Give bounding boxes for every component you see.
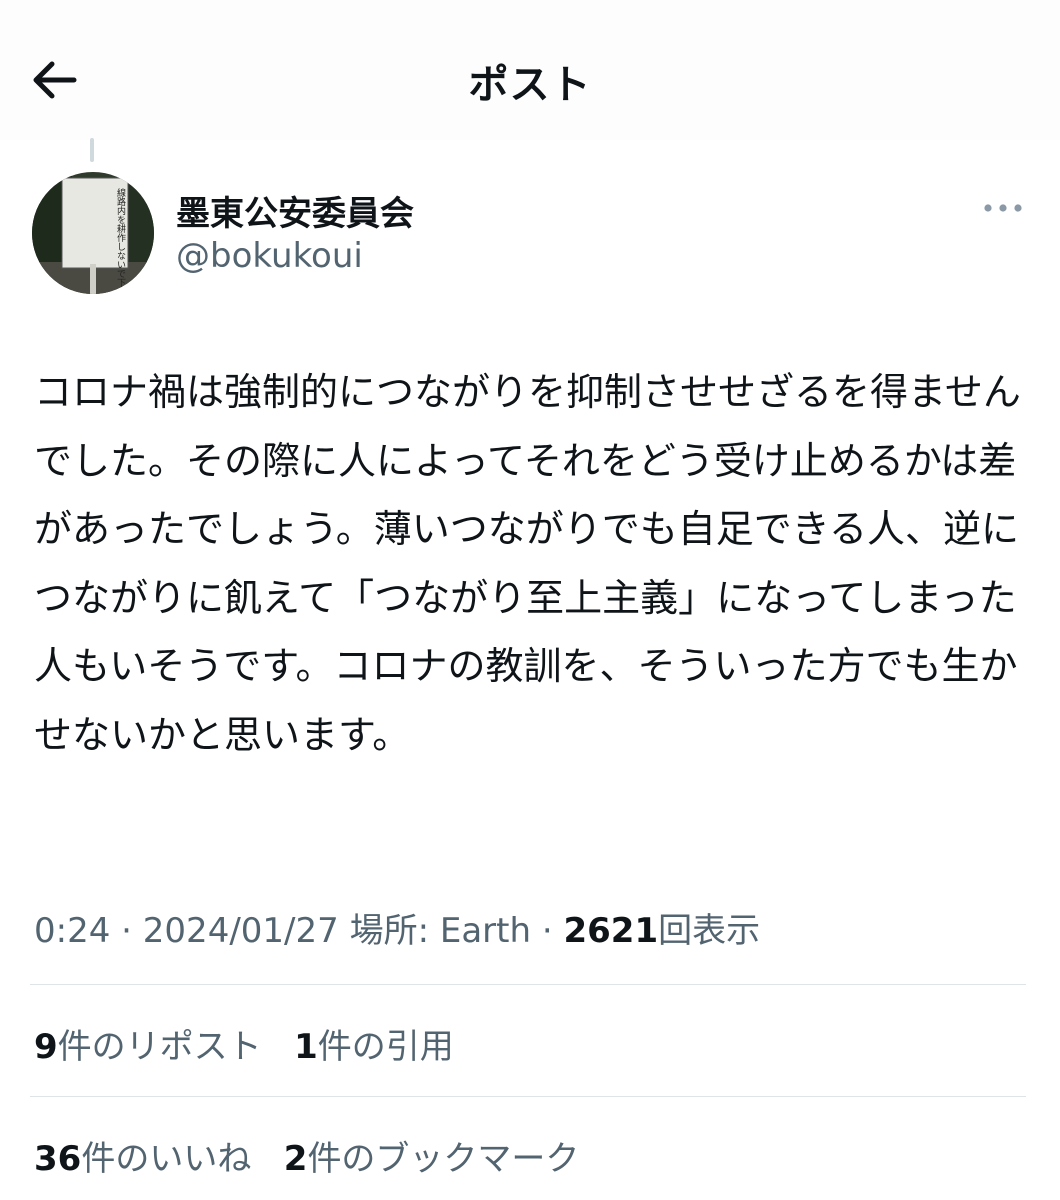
thread-connector-line xyxy=(90,138,94,162)
post-location: 場所: Earth xyxy=(349,911,532,951)
likes-stat[interactable]: 36件のいいね xyxy=(34,1139,251,1179)
bookmarks-count: 2 xyxy=(283,1139,308,1179)
divider xyxy=(30,1096,1026,1097)
author-display-name[interactable]: 墨東公安委員会 xyxy=(176,186,414,235)
avatar[interactable]: 線路内を耕作しないで下さい xyxy=(32,172,154,294)
post-metadata: 0:24 · 2024/01/27 場所: Earth · 2621回表示 xyxy=(34,903,760,952)
quotes-label: 件の引用 xyxy=(317,1027,454,1067)
views-count: 2621 xyxy=(563,911,659,951)
views-label: 回表示 xyxy=(658,911,761,951)
quotes-stat[interactable]: 1件の引用 xyxy=(294,1027,454,1067)
avatar-image: 線路内を耕作しないで下さい xyxy=(32,172,154,294)
top-bar: ポスト xyxy=(0,0,1060,140)
likes-count: 36 xyxy=(34,1139,82,1179)
reposts-stat[interactable]: 9件のリポスト xyxy=(34,1027,262,1067)
author-handle[interactable]: @bokukoui xyxy=(176,236,363,276)
page-title: ポスト xyxy=(468,62,592,108)
bookmarks-label: 件のブックマーク xyxy=(307,1139,580,1179)
meta-separator: · xyxy=(541,911,553,951)
more-options-button[interactable] xyxy=(978,190,1028,226)
post-body-text: コロナ禍は強制的につながりを抑制させせざるを得ませんでした。その際に人によってそ… xyxy=(34,370,1021,757)
likes-label: 件のいいね xyxy=(81,1139,252,1179)
quotes-count: 1 xyxy=(294,1027,318,1067)
divider xyxy=(30,984,1026,985)
avatar-sign-text: 線路内を耕作しないで下さい xyxy=(115,187,126,294)
post-time[interactable]: 0:24 xyxy=(34,911,110,951)
stats-row-likes: 36件のいいね 2件のブックマーク xyxy=(34,1131,579,1180)
stats-row-reposts: 9件のリポスト 1件の引用 xyxy=(34,1019,454,1068)
more-horizontal-icon xyxy=(984,204,1022,212)
reposts-label: 件のリポスト xyxy=(57,1027,262,1067)
post-date[interactable]: 2024/01/27 xyxy=(143,911,339,951)
bookmarks-stat[interactable]: 2件のブックマーク xyxy=(284,1139,580,1179)
reposts-count: 9 xyxy=(34,1027,58,1067)
meta-separator: · xyxy=(121,911,132,951)
